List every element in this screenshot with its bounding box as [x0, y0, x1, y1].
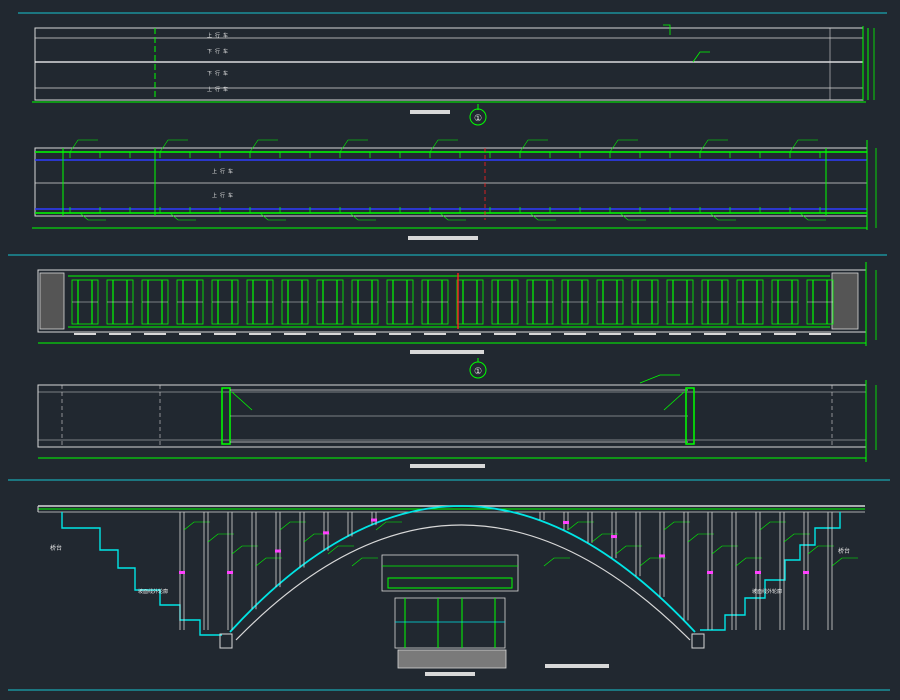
right-bank-label: 桥台	[838, 547, 850, 555]
lane-label-6: 上 行 车	[212, 192, 233, 199]
right-abutment	[700, 512, 841, 631]
panel-girder-side	[37, 374, 877, 468]
lane-label-3: 下 行 车	[207, 70, 228, 77]
left-abutment	[61, 512, 222, 636]
left-slope-note: 坡面线外轮廓	[138, 588, 168, 595]
cad-drawing: 上 行 车 下 行 车 下 行 车 上 行 车 ① 上 行 车 上 行 车 ① …	[8, 12, 890, 691]
lane-label-1: 上 行 车	[207, 32, 228, 39]
cad-drawing-canvas[interactable]: 上 行 车 下 行 车 下 行 车 上 行 车 ① 上 行 车 上 行 车 ① …	[0, 0, 900, 700]
panel-beam-plan: 上 行 车 上 行 车	[32, 139, 877, 240]
section-mark-2: ①	[474, 367, 482, 377]
left-bank-label: 桥台	[50, 544, 62, 552]
right-slope-note: 坡面线外轮廓	[752, 588, 782, 595]
panel-arch-elevation: 桥台 桥台 坡面线外轮廓 坡面线外轮廓	[37, 505, 865, 676]
panel-deck-plan: 上 行 车 下 行 车 下 行 车 上 行 车 ①	[32, 24, 875, 126]
center-cross-section	[381, 554, 519, 676]
section-mark-1: ①	[474, 114, 482, 124]
lane-label-4: 上 行 车	[207, 86, 228, 93]
panel-girder-elevation: ①	[37, 262, 877, 379]
lane-label-5: 上 行 车	[212, 168, 233, 175]
lane-label-2: 下 行 车	[207, 48, 228, 55]
